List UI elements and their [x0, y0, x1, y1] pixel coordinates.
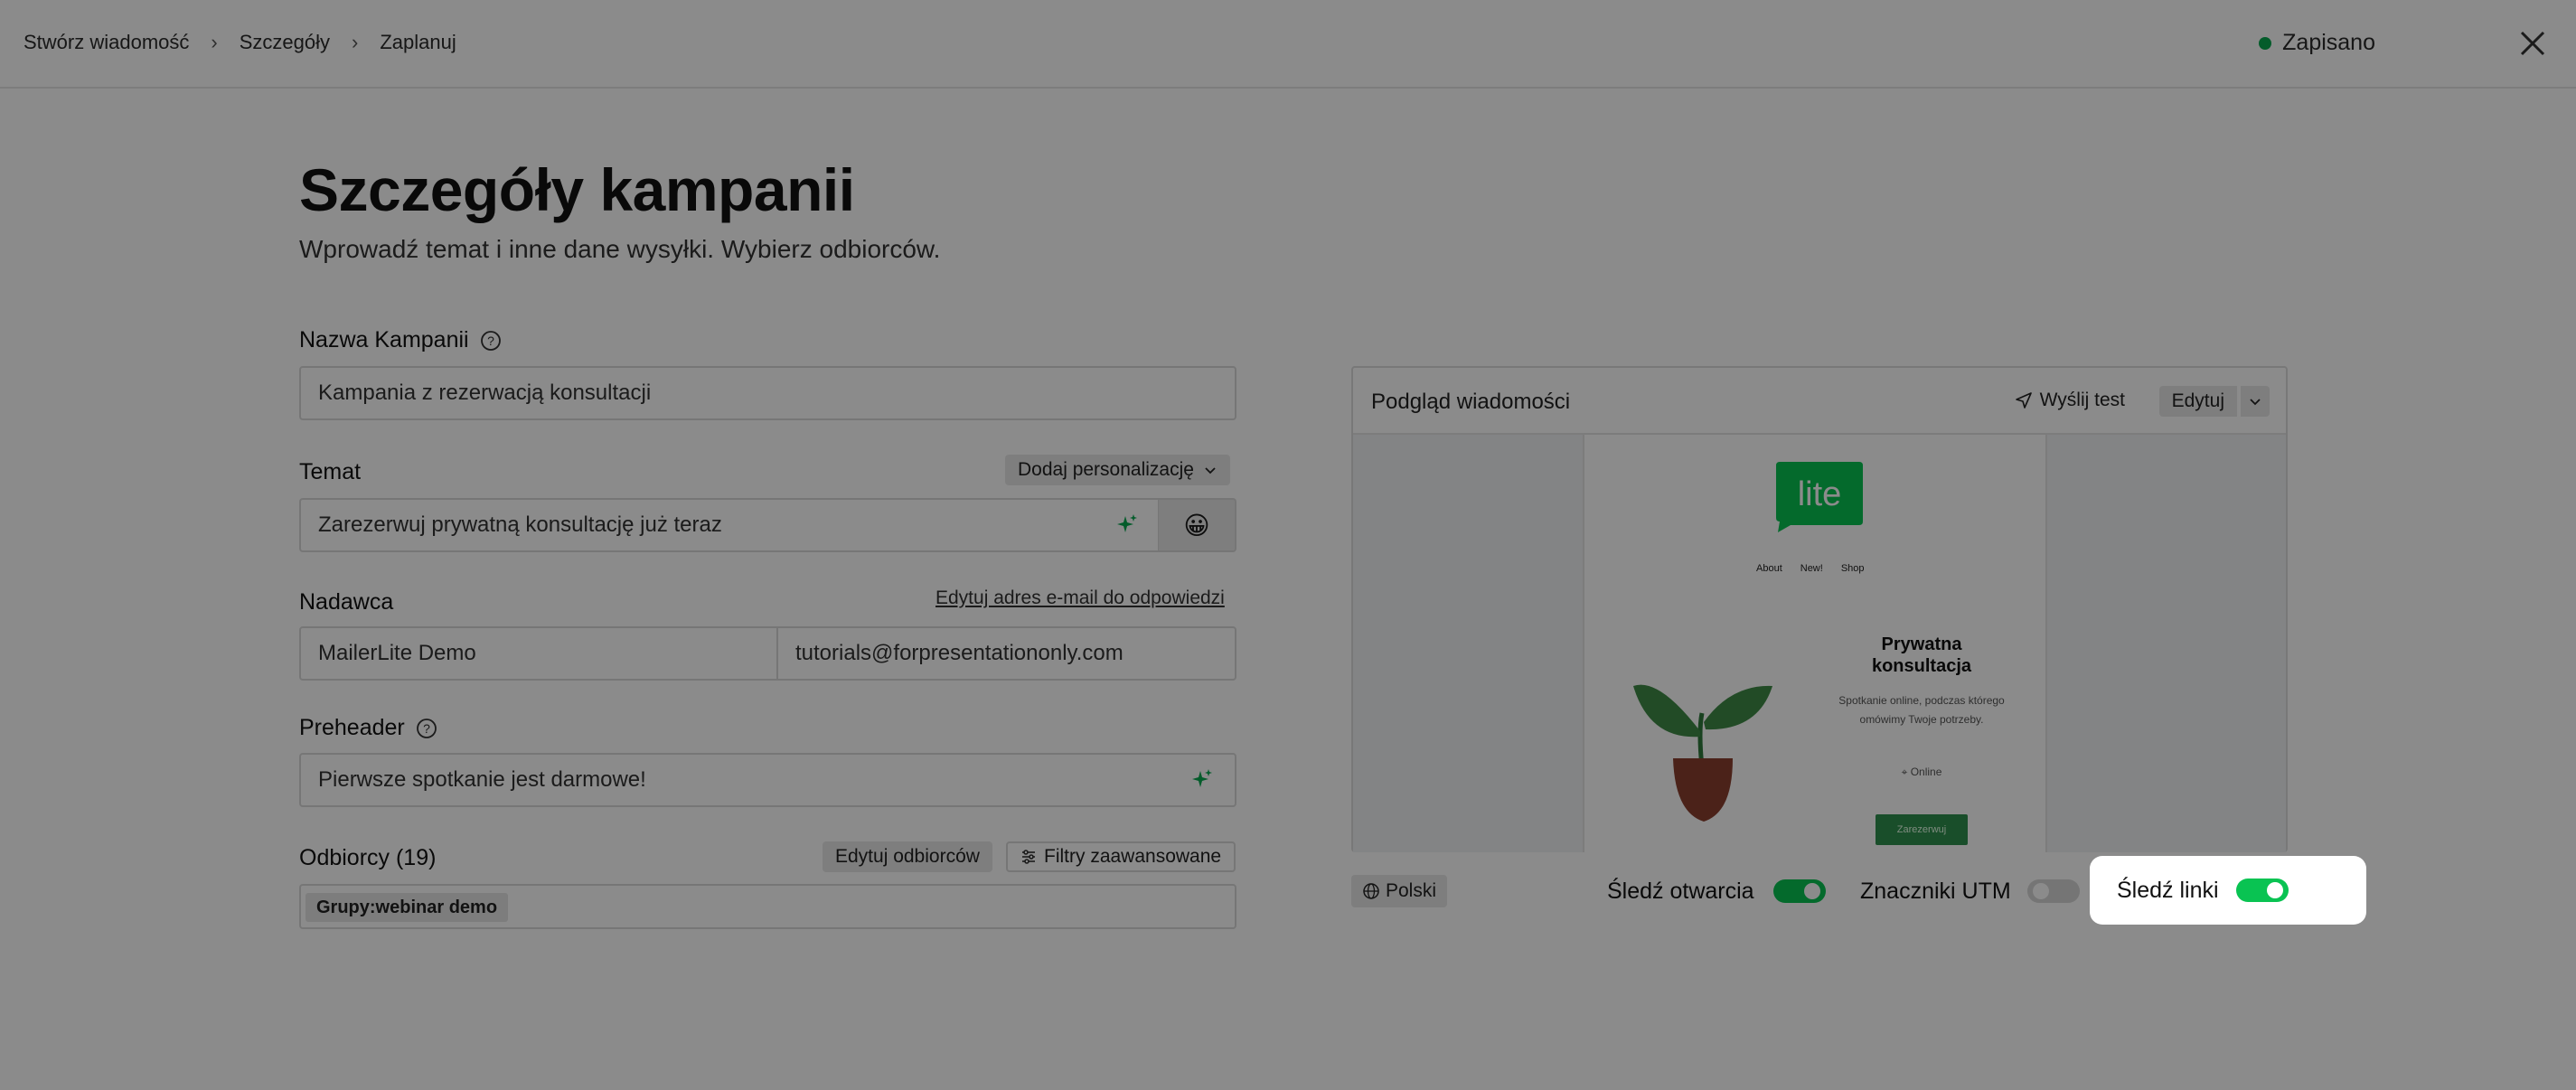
email-content: lite About New! Shop Prywatna konsultacj…	[1583, 435, 2047, 852]
language-label: Polski	[1386, 880, 1437, 901]
edit-email-button[interactable]: Edytuj	[2158, 386, 2237, 417]
top-bar: Stwórz wiadomość › Szczegóły › Zaplanuj …	[0, 0, 2576, 89]
edit-recipients-button[interactable]: Edytuj odbiorców	[823, 841, 992, 872]
breadcrumb-step-schedule[interactable]: Zaplanuj	[380, 31, 456, 54]
ai-sparkle-icon[interactable]	[1189, 767, 1215, 793]
sender-label-text: Nadawca	[299, 589, 394, 615]
recipient-group-chip-label: Grupy:webinar demo	[316, 897, 498, 917]
breadcrumb: Stwórz wiadomość › Szczegóły › Zaplanuj	[24, 31, 456, 54]
campaign-name-input[interactable]: Kampania z rezerwacją konsultacji	[299, 366, 1236, 420]
breadcrumb-step-create[interactable]: Stwórz wiadomość	[24, 31, 189, 54]
preview-canvas[interactable]: lite About New! Shop Prywatna konsultacj…	[1353, 435, 2286, 852]
track-opens-label: Śledź otwarcia	[1607, 879, 1754, 904]
help-icon[interactable]: ?	[480, 330, 502, 352]
edit-options-button[interactable]	[2239, 386, 2270, 417]
subject-value: Zarezerwuj prywatną konsultację już tera…	[318, 512, 722, 537]
subject-label-text: Temat	[299, 459, 362, 484]
track-opens-toggle[interactable]	[1773, 879, 1826, 903]
edit-recipients-label: Edytuj odbiorców	[835, 846, 980, 867]
filter-sliders-icon	[1022, 850, 1035, 864]
toggle-knob	[2267, 882, 2283, 898]
toggle-knob	[1804, 883, 1820, 899]
edit-reply-email-link[interactable]: Edytuj adres e-mail do odpowiedzi	[935, 587, 1225, 609]
sender-name-input[interactable]: MailerLite Demo	[299, 626, 778, 681]
recipients-label-text: Odbiorcy (19)	[299, 845, 437, 870]
email-location: ⌖ Online	[1834, 766, 2009, 779]
status-dot-icon	[2259, 36, 2272, 50]
chevron-right-icon: ›	[211, 31, 218, 53]
sender-email-input[interactable]: tutorials@forpresentationonly.com	[776, 626, 1236, 681]
send-test-label: Wyślij test	[2039, 390, 2125, 410]
campaign-name-label: Nazwa Kampanii ?	[299, 327, 502, 353]
campaign-name-label-text: Nazwa Kampanii	[299, 327, 469, 352]
logo-text: lite	[1798, 475, 1842, 513]
preview-title: Podgląd wiadomości	[1371, 390, 1571, 414]
send-icon	[2015, 392, 2032, 409]
track-links-label: Śledź linki	[2117, 878, 2219, 903]
recipient-group-chip[interactable]: Grupy:webinar demo	[306, 893, 509, 922]
email-nav-item: About	[1756, 563, 1782, 574]
campaign-name-value: Kampania z rezerwacją konsultacji	[318, 381, 652, 405]
preheader-value: Pierwsze spotkanie jest darmowe!	[318, 767, 646, 792]
track-links-toggle[interactable]	[2236, 879, 2289, 902]
page-title: Szczegóły kampanii	[299, 156, 855, 223]
email-nav-item: New!	[1800, 563, 1823, 574]
emoji-button[interactable]: 😀	[1159, 498, 1236, 552]
add-personalization-button[interactable]: Dodaj personalizację	[1005, 455, 1230, 485]
mailerlite-logo: lite	[1776, 462, 1863, 532]
breadcrumb-step-details[interactable]: Szczegóły	[240, 31, 330, 54]
preheader-label-text: Preheader	[299, 715, 405, 740]
edit-email-label: Edytuj	[2171, 390, 2224, 411]
preheader-input[interactable]: Pierwsze spotkanie jest darmowe!	[299, 753, 1236, 807]
email-heading: Prywatna konsultacja	[1871, 634, 1972, 676]
send-test-button[interactable]: Wyślij test	[2015, 390, 2125, 411]
help-icon[interactable]: ?	[416, 718, 437, 739]
ai-sparkle-icon[interactable]	[1114, 512, 1140, 538]
preview-header: Podgląd wiadomości Wyślij test Edytuj	[1353, 368, 2286, 435]
track-links-highlight: Śledź linki	[2090, 856, 2366, 925]
svg-text:?: ?	[423, 721, 430, 736]
utm-tags-toggle[interactable]	[2027, 879, 2080, 903]
advanced-filters-label: Filtry zaawansowane	[1044, 846, 1222, 867]
chevron-down-icon	[2250, 399, 2261, 406]
page-subtitle: Wprowadź temat i inne dane wysyłki. Wybi…	[299, 235, 941, 263]
svg-text:?: ?	[487, 334, 494, 348]
language-button[interactable]: Polski	[1351, 875, 1448, 907]
email-cta-button: Zarezerwuj	[1876, 814, 1968, 845]
close-icon[interactable]	[2515, 25, 2551, 61]
chevron-right-icon: ›	[352, 31, 359, 53]
sender-email-value: tutorials@forpresentationonly.com	[795, 641, 1123, 665]
toggle-knob	[2033, 883, 2049, 899]
add-personalization-label: Dodaj personalizację	[1018, 459, 1194, 480]
sender-label: Nadawca	[299, 589, 393, 615]
save-status: Zapisano	[2259, 30, 2375, 56]
emoji-icon: 😀	[1183, 511, 1210, 540]
subject-input[interactable]: Zarezerwuj prywatną konsultację już tera…	[299, 498, 1160, 552]
sender-name-value: MailerLite Demo	[318, 641, 476, 665]
chevron-down-icon	[1205, 467, 1216, 475]
preheader-label: Preheader ?	[299, 715, 437, 741]
location-pin-icon: ⌖	[1901, 766, 1911, 778]
plant-illustration	[1633, 684, 1772, 822]
email-location-text: Online	[1910, 766, 1942, 778]
globe-icon	[1363, 883, 1379, 899]
email-nav-item: Shop	[1840, 563, 1865, 574]
subject-label: Temat	[299, 459, 361, 485]
email-preview-panel: Podgląd wiadomości Wyślij test Edytuj li…	[1351, 366, 2288, 852]
advanced-filters-button[interactable]: Filtry zaawansowane	[1006, 841, 1236, 872]
email-nav: About New! Shop	[1756, 563, 1865, 574]
recipients-label: Odbiorcy (19)	[299, 845, 436, 871]
save-status-label: Zapisano	[2282, 30, 2375, 55]
utm-tags-label: Znaczniki UTM	[1860, 879, 2011, 904]
email-body-text: Spotkanie online, podczas którego omówim…	[1838, 694, 2005, 726]
